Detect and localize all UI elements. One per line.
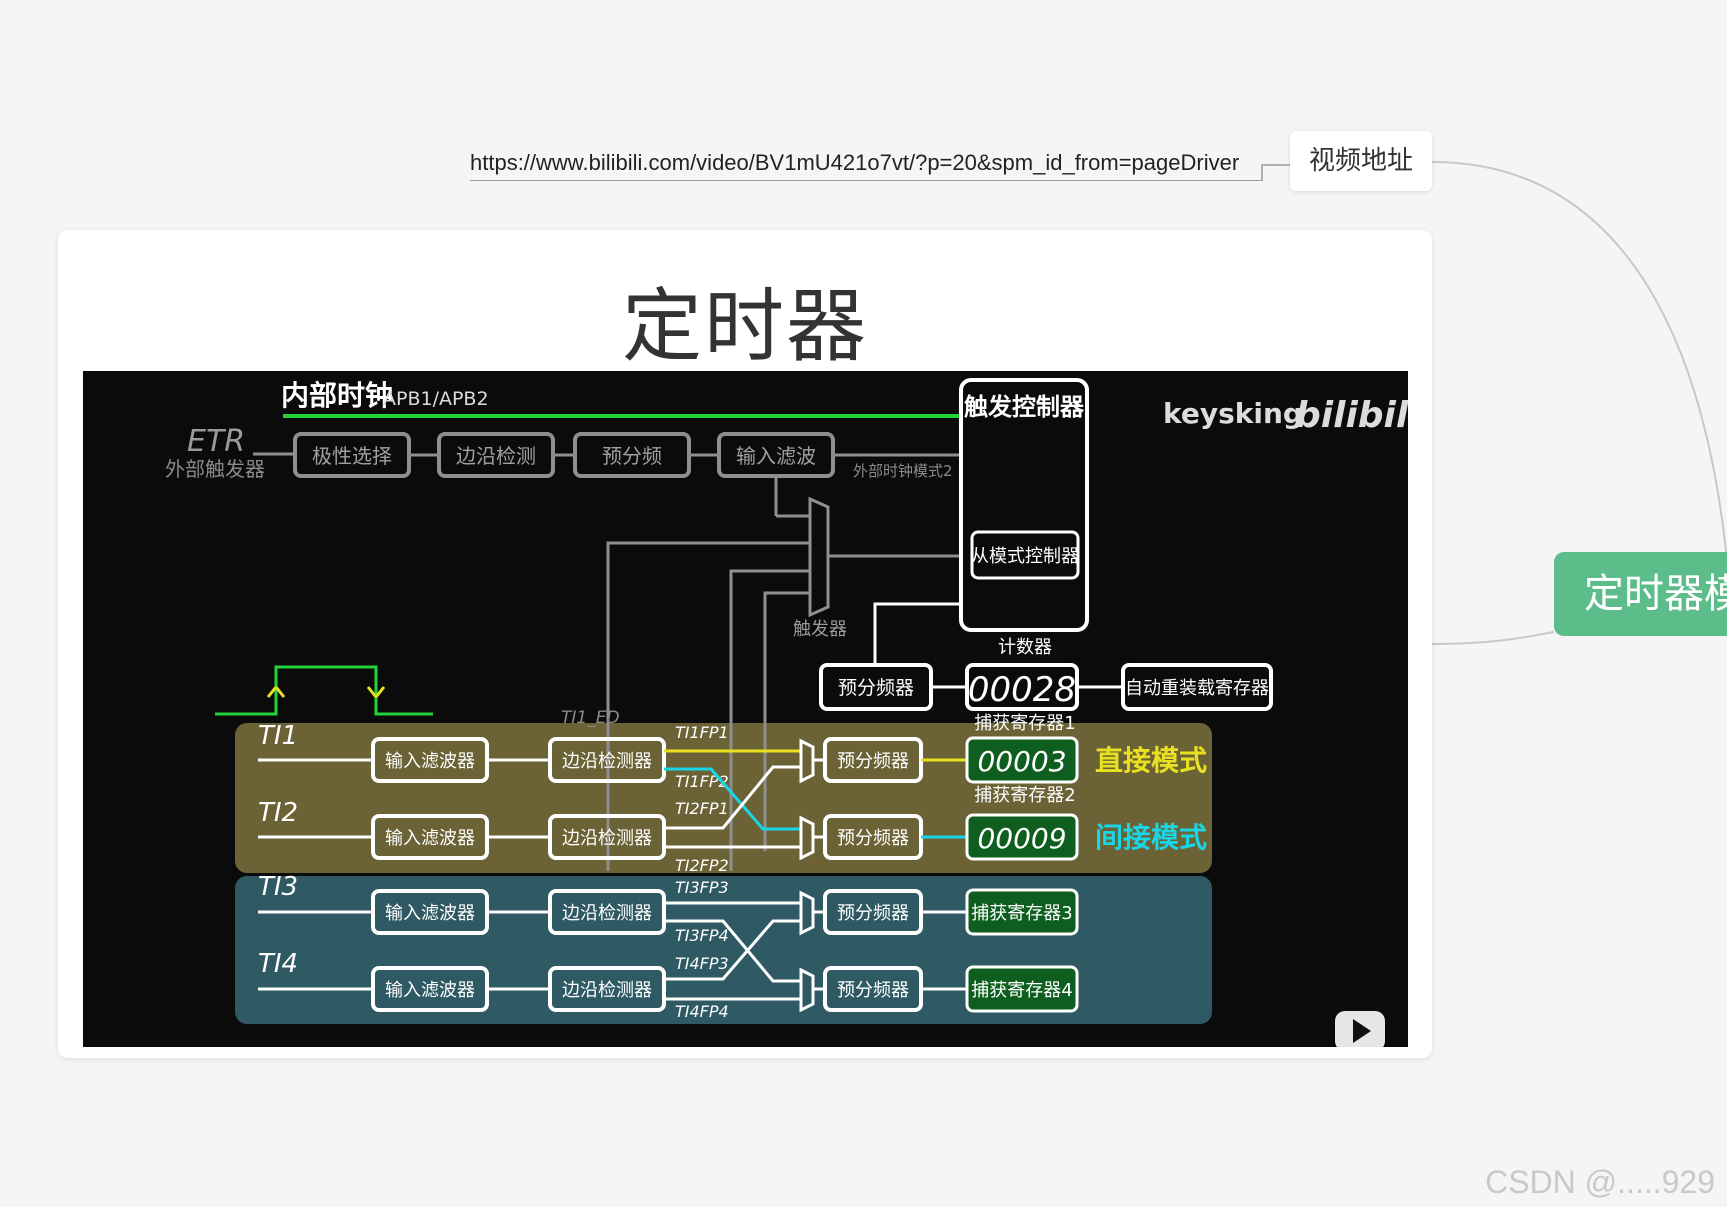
counter-prescaler-label: 预分频器 [838,677,914,699]
capture4-label: 捕获寄存器4 [971,980,1072,1001]
capture1-value: 00003 [977,745,1066,778]
ti1-ed-label: TI1_ED [561,708,620,728]
brand-text: keysking [1163,397,1303,430]
trigger-controller-label: 触发控制器 [964,393,1085,421]
ti3fp4-label: TI3FP4 [675,926,729,945]
ti3-prescaler-label: 预分频器 [837,903,909,924]
ti4-label: TI4 [258,949,298,979]
capture2-value: 00009 [977,822,1066,855]
ext-clock-mode2-label: 外部时钟模式2 [853,462,953,480]
trigger-mux [808,496,830,618]
etr-box-edge-label: 边沿检测 [456,444,536,468]
ti4-filter-label: 输入滤波器 [385,980,475,1001]
capture2-title: 捕获寄存器2 [974,785,1075,806]
ti3-filter-label: 输入滤波器 [385,903,475,924]
internal-clock-title: 内部时钟 [281,379,393,412]
ti3-edge-label: 边沿检测器 [562,903,652,924]
timer-block-diagram: 内部时钟 APB1/APB2 ETR 外部触发器 极性选择 边沿检测 预分频 输… [83,371,1408,1047]
internal-clock-subtitle: APB1/APB2 [383,388,489,410]
ti4fp4-label: TI4FP4 [675,1002,729,1021]
input-pulse [215,665,433,716]
ti2fp1-label: TI2FP1 [675,799,729,818]
ti4-edge-label: 边沿检测器 [562,980,652,1001]
ti1-edge-label: 边沿检测器 [562,751,652,772]
ti2-edge-label: 边沿检测器 [562,828,652,849]
etr-sublabel: 外部触发器 [165,457,265,481]
ti1-label: TI1 [258,721,298,751]
slave-controller-label: 从模式控制器 [971,546,1079,567]
etr-label: ETR [187,424,245,459]
ti1fp1-label: TI1FP1 [675,723,729,742]
ti4fp3-label: TI4FP3 [675,954,729,973]
ti3fp3-label: TI3FP3 [675,878,729,897]
ti2fp2-label: TI2FP2 [675,856,729,875]
video-url-link[interactable]: https://www.bilibili.com/video/BV1mU421o… [470,146,1262,181]
ti4-prescaler-label: 预分频器 [837,980,909,1001]
video-address-node[interactable]: 视频地址 [1290,131,1432,191]
ti3-label: TI3 [258,872,298,902]
ti1-prescaler-label: 预分频器 [837,751,909,772]
etr-box-filter-label: 输入滤波 [736,444,816,468]
direct-mode-label: 直接模式 [1095,744,1207,777]
counter-value: 00028 [968,670,1076,710]
counter-title: 计数器 [998,637,1052,658]
capture1-title: 捕获寄存器1 [974,713,1075,734]
ti2-filter-label: 输入滤波器 [385,828,475,849]
auto-reload-label: 自动重装载寄存器 [1125,678,1269,699]
etr-box-polarity-label: 极性选择 [312,444,392,468]
csdn-watermark: CSDN @.....929 [1485,1164,1715,1200]
root-topic-node[interactable]: 定时器模 [1554,552,1727,636]
ti1-filter-label: 输入滤波器 [385,751,475,772]
indirect-mode-label: 间接模式 [1095,821,1207,854]
play-icon [1335,1011,1385,1047]
bilibili-logo: bilibili [1295,395,1408,436]
etr-box-prescale-label: 预分频 [602,444,662,468]
trigger-label: 触发器 [793,619,847,640]
ti2-prescaler-label: 预分频器 [837,828,909,849]
capture3-label: 捕获寄存器3 [971,903,1072,924]
card-title: 定时器 [622,280,868,373]
ti2-label: TI2 [258,798,298,828]
